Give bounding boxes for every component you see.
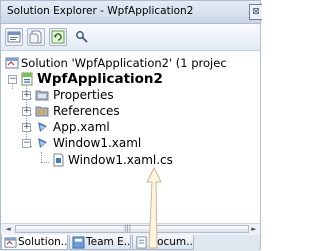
tree-item-app-xaml[interactable]: + App.xaml — [1, 119, 260, 135]
tree-item-properties[interactable]: + Properties — [1, 87, 260, 103]
expand-icon[interactable]: + — [22, 91, 31, 100]
tree-item-window1-xaml[interactable]: − Window1.xaml — [1, 135, 260, 151]
tree-item-solution[interactable]: Solution 'WpfApplication2' (1 projec — [1, 55, 260, 71]
solution-tree: Solution 'WpfApplication2' (1 projec − W… — [1, 51, 260, 223]
tree-item-project[interactable]: − WpfApplication2 — [1, 71, 260, 87]
xaml-file-icon — [38, 138, 47, 148]
tab-team-explorer[interactable]: Team E... — [69, 235, 131, 250]
tree-item-references[interactable]: + References — [1, 103, 260, 119]
scroll-left-arrow-icon[interactable]: ◄ — [3, 225, 13, 234]
properties-icon — [7, 31, 21, 43]
scroll-right-arrow-icon[interactable]: ► — [249, 225, 259, 234]
tab-solution-explorer[interactable]: Solution... — [1, 235, 68, 250]
solution-label: Solution 'WpfApplication2' (1 projec — [21, 56, 227, 70]
annotation-arrow-icon — [146, 166, 162, 249]
tree-item-label: Window1.xaml — [53, 136, 142, 150]
collapse-icon[interactable]: − — [22, 139, 31, 148]
tab-label: Solution... — [18, 236, 68, 248]
expand-icon[interactable]: + — [22, 123, 31, 132]
refresh-button[interactable] — [49, 28, 67, 46]
csharp-file-icon — [53, 153, 64, 167]
solution-explorer-icon — [4, 237, 17, 248]
collapse-icon[interactable]: − — [8, 75, 17, 84]
scrollbar-thumb[interactable]: ||| — [15, 224, 249, 233]
close-pane-button[interactable]: ⊠ — [249, 4, 262, 20]
scrollbar-grip: ||| — [124, 224, 132, 232]
class-diagram-icon — [76, 31, 88, 43]
show-all-files-button[interactable] — [27, 28, 45, 46]
tool-window-tabs: Solution... Team E... Docum... — [1, 235, 260, 251]
refresh-icon — [51, 30, 65, 44]
toolbar — [1, 24, 260, 51]
class-diagram-button[interactable] — [73, 28, 91, 46]
xaml-file-icon — [38, 122, 47, 132]
team-explorer-icon — [72, 236, 85, 249]
properties-button[interactable] — [5, 28, 23, 46]
tree-item-label: App.xaml — [53, 120, 110, 134]
properties-folder-icon — [35, 90, 49, 101]
solution-explorer-window: Solution Explorer - WpfApplication2 ⊠ So… — [0, 0, 262, 251]
tree-item-window1-xaml-cs[interactable]: Window1.xaml.cs — [1, 152, 260, 168]
solution-icon — [5, 57, 19, 69]
expand-icon[interactable]: + — [22, 107, 31, 116]
references-folder-icon — [35, 106, 49, 117]
tab-label: Team E... — [86, 236, 131, 248]
project-icon — [21, 72, 33, 86]
window-title: Solution Explorer - WpfApplication2 — [7, 5, 194, 17]
show-all-files-icon — [29, 30, 42, 44]
tree-item-label: References — [53, 104, 120, 118]
title-bar[interactable]: Solution Explorer - WpfApplication2 ⊠ — [1, 1, 262, 24]
tree-item-label: Properties — [53, 88, 114, 102]
project-label: WpfApplication2 — [37, 71, 163, 87]
